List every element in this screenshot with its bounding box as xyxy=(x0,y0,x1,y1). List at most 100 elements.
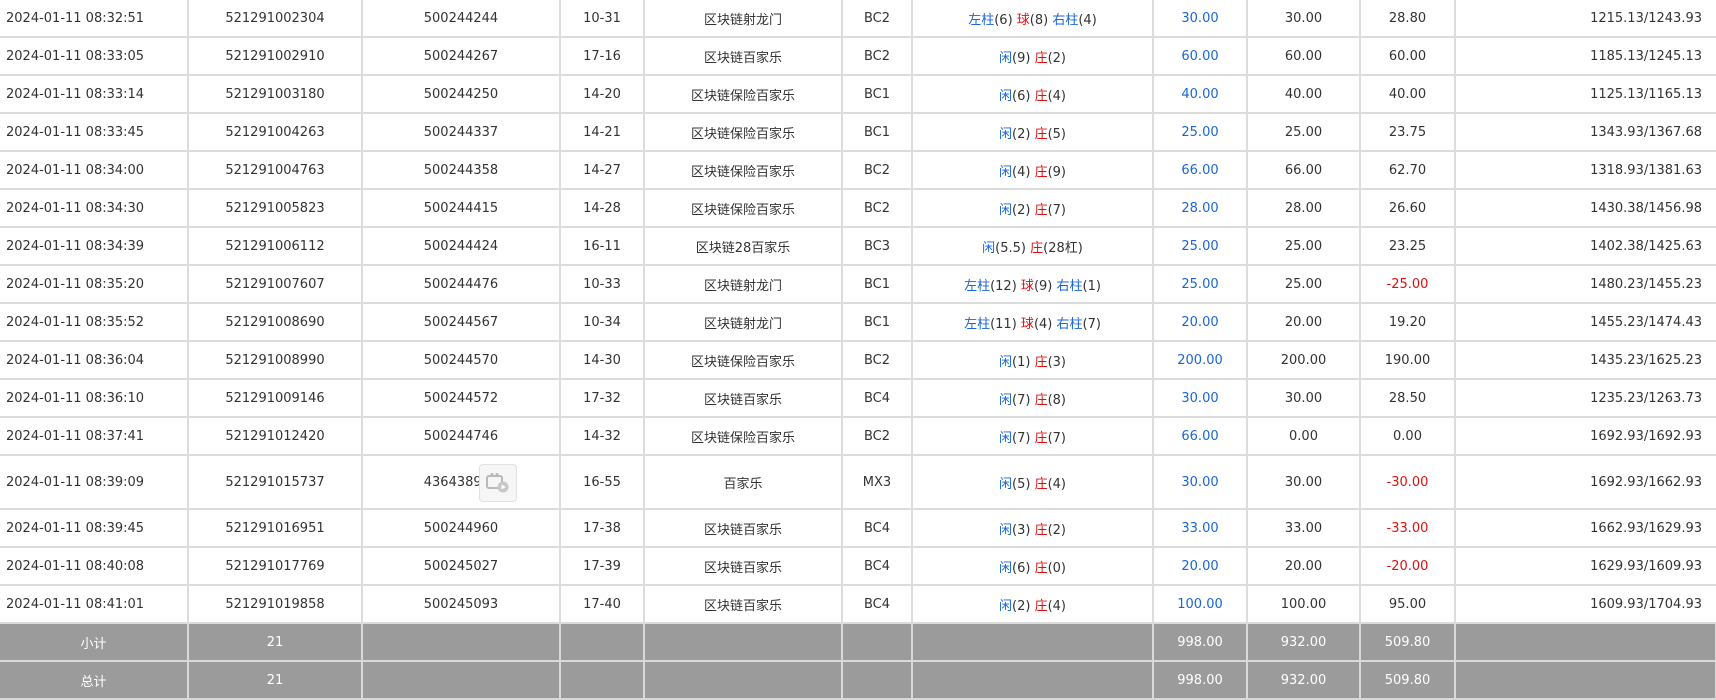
balance-before-after: 1125.13/1165.13 xyxy=(1455,75,1716,114)
video-replay-icon[interactable] xyxy=(479,464,517,502)
order-number: 521291004763 xyxy=(188,151,363,190)
game-id: 500244476 xyxy=(362,265,561,304)
game-result: 闲(9) 庄(2) xyxy=(912,37,1154,76)
game-name: 区块链保险百家乐 xyxy=(644,189,843,228)
order-number: 521291005823 xyxy=(188,189,363,228)
game-result: 闲(7) 庄(8) xyxy=(912,379,1154,418)
round-number: 16-55 xyxy=(560,455,645,510)
result-part: 庄 xyxy=(1034,88,1048,104)
result-part: 闲 xyxy=(999,354,1013,370)
round-number: 14-30 xyxy=(560,341,645,380)
table-row: 2024-01-11 08:33:14 521291003180 500244250… xyxy=(0,75,1716,114)
bet-amount: 40.00 xyxy=(1153,75,1248,114)
table-code: BC1 xyxy=(842,113,913,152)
bet-time: 2024-01-11 08:34:00 xyxy=(0,151,189,190)
valid-bet-amount: 28.00 xyxy=(1247,189,1361,228)
result-part: 球 xyxy=(1016,12,1030,28)
result-part: 庄 xyxy=(1034,560,1048,576)
table-row: 2024-01-11 08:35:52 521291008690 500244567… xyxy=(0,303,1716,342)
bet-amount: 30.00 xyxy=(1153,379,1248,418)
result-part: (7) xyxy=(1012,392,1035,408)
win-loss-amount: 62.70 xyxy=(1360,151,1456,190)
bet-amount: 30.00 xyxy=(1153,455,1248,510)
game-name: 区块链保险百家乐 xyxy=(644,341,843,380)
result-part: 庄 xyxy=(1034,392,1048,408)
subtotal-row: 小计 21 998.00 932.00 509.80 xyxy=(0,623,1716,662)
result-part: 庄 xyxy=(1034,354,1048,370)
order-number: 521291008990 xyxy=(188,341,363,380)
result-part: (7) xyxy=(1047,430,1066,446)
bet-time: 2024-01-11 08:41:01 xyxy=(0,585,189,624)
valid-bet-amount: 20.00 xyxy=(1247,303,1361,342)
game-result: 闲(3) 庄(2) xyxy=(912,509,1154,548)
order-number: 521291008690 xyxy=(188,303,363,342)
win-loss-amount: 26.60 xyxy=(1360,189,1456,228)
result-part: (1) xyxy=(1082,278,1101,294)
win-loss-amount: 23.75 xyxy=(1360,113,1456,152)
table-code: BC2 xyxy=(842,189,913,228)
game-name: 区块链保险百家乐 xyxy=(644,417,843,456)
total-valid: 932.00 xyxy=(1247,661,1361,700)
game-result: 闲(7) 庄(7) xyxy=(912,417,1154,456)
balance-before-after: 1609.93/1704.93 xyxy=(1455,585,1716,624)
bet-amount: 33.00 xyxy=(1153,509,1248,548)
result-part: (4) xyxy=(1078,12,1097,28)
balance-before-after: 1435.23/1625.23 xyxy=(1455,341,1716,380)
bet-time: 2024-01-11 08:37:41 xyxy=(0,417,189,456)
win-loss-amount: 40.00 xyxy=(1360,75,1456,114)
valid-bet-amount: 30.00 xyxy=(1247,0,1361,38)
order-number: 521291007607 xyxy=(188,265,363,304)
game-result: 闲(6) 庄(0) xyxy=(912,547,1154,586)
valid-bet-amount: 66.00 xyxy=(1247,151,1361,190)
table-row: 2024-01-11 08:33:05 521291002910 500244267… xyxy=(0,37,1716,76)
result-part: (9) xyxy=(1033,278,1057,294)
table-row: 2024-01-11 08:34:30 521291005823 500244415… xyxy=(0,189,1716,228)
game-result: 闲(2) 庄(5) xyxy=(912,113,1154,152)
order-number: 521291009146 xyxy=(188,379,363,418)
table-code: BC2 xyxy=(842,37,913,76)
game-id: 500244250 xyxy=(362,75,561,114)
bet-time: 2024-01-11 08:36:04 xyxy=(0,341,189,380)
bet-time: 2024-01-11 08:36:10 xyxy=(0,379,189,418)
order-number: 521291012420 xyxy=(188,417,363,456)
round-number: 14-20 xyxy=(560,75,645,114)
result-part: 庄 xyxy=(1030,240,1044,256)
balance-before-after: 1430.38/1456.98 xyxy=(1455,189,1716,228)
result-part: (4) xyxy=(1012,164,1035,180)
table-row: 2024-01-11 08:36:10 521291009146 500244572… xyxy=(0,379,1716,418)
win-loss-amount: 95.00 xyxy=(1360,585,1456,624)
result-part: 左柱 xyxy=(968,12,995,28)
round-number: 14-32 xyxy=(560,417,645,456)
bet-amount: 20.00 xyxy=(1153,547,1248,586)
game-id: 436438993 xyxy=(362,455,561,510)
balance-before-after: 1629.93/1609.93 xyxy=(1455,547,1716,586)
valid-bet-amount: 20.00 xyxy=(1247,547,1361,586)
bet-amount: 100.00 xyxy=(1153,585,1248,624)
result-part: (11) xyxy=(990,316,1021,332)
game-name: 区块链百家乐 xyxy=(644,37,843,76)
balance-before-after: 1185.13/1245.13 xyxy=(1455,37,1716,76)
game-id: 500244337 xyxy=(362,113,561,152)
result-part: 左柱 xyxy=(964,316,991,332)
result-part: (2) xyxy=(1012,598,1035,614)
table-row: 2024-01-11 08:41:01 521291019858 500245093… xyxy=(0,585,1716,624)
game-id: 500244424 xyxy=(362,227,561,266)
result-part: 庄 xyxy=(1034,126,1048,142)
valid-bet-amount: 25.00 xyxy=(1247,113,1361,152)
bet-amount: 25.00 xyxy=(1153,227,1248,266)
total-label: 总计 xyxy=(0,661,189,700)
round-number: 10-31 xyxy=(560,0,645,38)
subtotal-win: 509.80 xyxy=(1360,623,1456,662)
table-row: 2024-01-11 08:36:04 521291008990 500244570… xyxy=(0,341,1716,380)
subtotal-bet: 998.00 xyxy=(1153,623,1248,662)
result-part: (4) xyxy=(1047,476,1066,492)
result-part: 球 xyxy=(1020,278,1034,294)
balance-before-after: 1402.38/1425.63 xyxy=(1455,227,1716,266)
bet-amount: 20.00 xyxy=(1153,303,1248,342)
bet-time: 2024-01-11 08:35:52 xyxy=(0,303,189,342)
result-part: 庄 xyxy=(1034,202,1048,218)
result-part: 右柱 xyxy=(1052,12,1079,28)
result-part: 闲 xyxy=(999,50,1013,66)
balance-before-after: 1235.23/1263.73 xyxy=(1455,379,1716,418)
win-loss-amount: -25.00 xyxy=(1360,265,1456,304)
